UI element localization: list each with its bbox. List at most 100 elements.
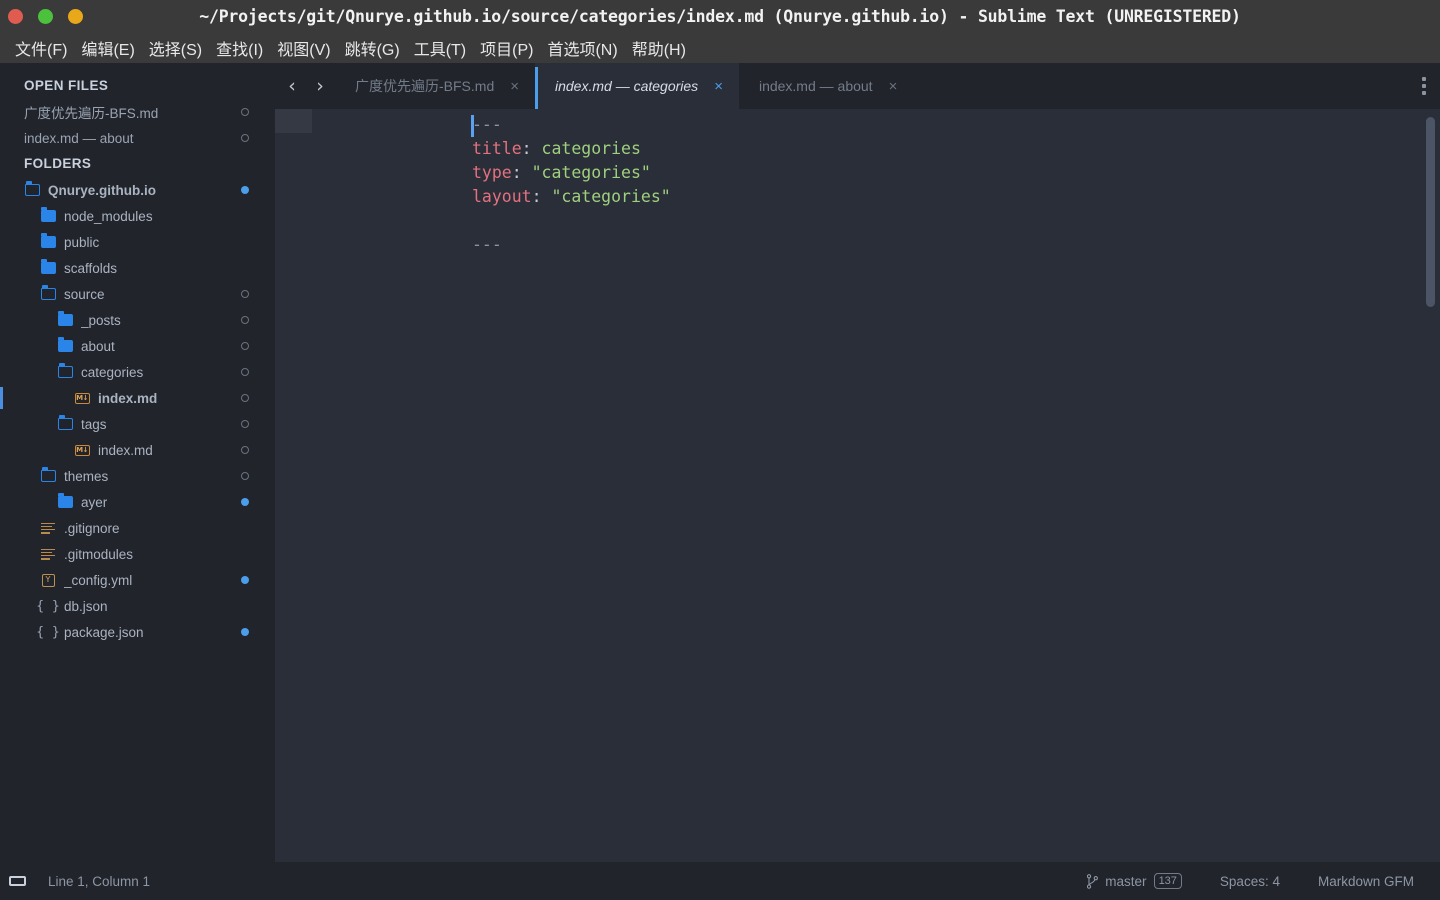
open-files-list: 广度优先遍历-BFS.md index.md — about <box>0 99 275 151</box>
sidebar: OPEN FILES 广度优先遍历-BFS.md index.md — about… <box>0 63 275 862</box>
minimize-window-button[interactable] <box>38 8 53 24</box>
tree-folder-item[interactable]: categories <box>0 359 275 385</box>
menu-edit[interactable]: 编辑(E) <box>74 34 141 62</box>
yaml-key: layout <box>472 187 532 206</box>
menu-help[interactable]: 帮助(H) <box>625 34 693 62</box>
folder-closed-icon <box>40 206 56 224</box>
window-title: ~/Projects/git/Qnurye.github.io/source/c… <box>199 6 1241 26</box>
maximize-window-button[interactable] <box>68 8 83 24</box>
yaml-colon: : <box>531 187 542 206</box>
tree-file-item[interactable]: M↓ index.md <box>0 385 275 411</box>
syntax-mode[interactable]: Markdown GFM <box>1318 874 1414 889</box>
code-line: title: categories <box>472 137 671 161</box>
editor-vertical-scrollbar[interactable] <box>1426 117 1435 307</box>
sidebar-toggle-icon[interactable] <box>6 870 28 892</box>
tab-close-icon[interactable]: × <box>714 79 723 94</box>
sublime-text-window: ~/Projects/git/Qnurye.github.io/source/c… <box>0 0 1440 900</box>
folder-closed-icon <box>40 232 56 250</box>
tree-file-item[interactable]: .gitignore <box>0 515 275 541</box>
file-status-indicator <box>241 290 249 298</box>
tree-item-label: _config.yml <box>64 572 133 588</box>
editor-tab[interactable]: index.md — about × <box>739 63 913 109</box>
menu-tools[interactable]: 工具(T) <box>407 34 473 62</box>
tree-item-label: source <box>64 286 105 302</box>
yaml-value: "categories" <box>541 187 671 206</box>
json-file-icon: { } <box>36 598 60 614</box>
tree-item-label: categories <box>81 364 144 380</box>
tree-item-label: Qnurye.github.io <box>48 182 156 198</box>
open-file-item[interactable]: index.md — about <box>0 125 275 151</box>
file-status-indicator <box>241 108 249 116</box>
tree-item-label: .gitmodules <box>64 546 134 562</box>
tree-item-label: _posts <box>81 312 121 328</box>
tree-file-item[interactable]: Y _config.yml <box>0 567 275 593</box>
editor-column: ‹ › 广度优先遍历-BFS.md × index.md — categories ×… <box>275 63 1440 862</box>
tree-folder-item[interactable]: Qnurye.github.io <box>0 177 275 203</box>
folder-tree: Qnurye.github.io node_modulespublic scaffo… <box>0 177 275 645</box>
menu-bar: 文件(F) 编辑(E) 选择(S) 查找(I) 视图(V) 跳转(G) 工具(T… <box>0 32 1440 63</box>
tab-forward-icon[interactable]: › <box>309 72 331 100</box>
window-controls <box>0 8 83 24</box>
indentation-setting[interactable]: Spaces: 4 <box>1220 874 1280 889</box>
tree-folder-item[interactable]: scaffolds <box>0 255 275 281</box>
folder-closed-icon <box>57 492 73 510</box>
frontmatter-delimiter: --- <box>472 115 502 134</box>
close-window-button[interactable] <box>8 8 23 24</box>
tab-close-icon[interactable]: × <box>510 79 519 94</box>
folder-open-icon <box>57 362 73 380</box>
tree-folder-item[interactable]: _posts <box>0 307 275 333</box>
tree-item-label: .gitignore <box>64 520 120 536</box>
tree-folder-item[interactable]: tags <box>0 411 275 437</box>
editor-tab[interactable]: 广度优先遍历-BFS.md × <box>335 63 535 109</box>
yaml-key: type <box>472 163 512 182</box>
tab-list: 广度优先遍历-BFS.md × index.md — categories × inde… <box>335 63 913 109</box>
tree-folder-item[interactable]: ayer <box>0 489 275 515</box>
menu-find[interactable]: 查找(I) <box>209 34 270 62</box>
editor-tab-active[interactable]: index.md — categories × <box>535 63 739 109</box>
frontmatter-delimiter: --- <box>472 235 502 254</box>
folder-open-icon <box>40 466 56 484</box>
folder-open-icon <box>40 284 56 302</box>
file-status-indicator <box>241 342 249 350</box>
tree-folder-item[interactable]: public <box>0 229 275 255</box>
file-status-indicator <box>241 420 249 428</box>
tab-navigation: ‹ › <box>275 63 335 109</box>
git-branch-status[interactable]: master 137 <box>1087 873 1182 889</box>
tree-folder-item[interactable]: themes <box>0 463 275 489</box>
file-status-indicator <box>241 134 249 142</box>
file-status-indicator <box>241 316 249 324</box>
file-status-indicator <box>241 628 249 636</box>
code-line: layout: "categories" <box>472 185 671 209</box>
tree-item-label: about <box>81 338 115 354</box>
tree-item-label: node_modules <box>64 208 153 224</box>
tree-item-label: package.json <box>64 624 144 640</box>
menu-selection[interactable]: 选择(S) <box>142 34 209 62</box>
tree-file-item[interactable]: M↓ index.md <box>0 437 275 463</box>
folder-closed-icon <box>57 336 73 354</box>
code-editor[interactable]: --- title: categories type: "categories" la… <box>275 109 1440 862</box>
yaml-value: "categories" <box>521 163 651 182</box>
open-file-item[interactable]: 广度优先遍历-BFS.md <box>0 99 275 125</box>
tree-folder-item[interactable]: source <box>0 281 275 307</box>
menu-preferences[interactable]: 首选项(N) <box>540 34 624 62</box>
tree-item-label: index.md <box>98 390 158 406</box>
status-right-group: master 137 Spaces: 4 Markdown GFM <box>1087 873 1440 889</box>
markdown-file-icon: M↓ <box>74 444 90 456</box>
tab-back-icon[interactable]: ‹ <box>281 72 303 100</box>
source-code: --- title: categories type: "categories" la… <box>472 113 671 257</box>
code-line: --- <box>472 233 671 257</box>
tree-folder-item[interactable]: node_modules <box>0 203 275 229</box>
tree-folder-item[interactable]: about <box>0 333 275 359</box>
menu-file[interactable]: 文件(F) <box>8 34 74 62</box>
tree-file-item[interactable]: { } db.json <box>0 593 275 619</box>
title-bar: ~/Projects/git/Qnurye.github.io/source/c… <box>0 0 1440 32</box>
menu-view[interactable]: 视图(V) <box>270 34 337 62</box>
menu-goto[interactable]: 跳转(G) <box>338 34 407 62</box>
tree-file-item[interactable]: { } package.json <box>0 619 275 645</box>
menu-project[interactable]: 项目(P) <box>473 34 540 62</box>
overflow-menu-icon[interactable] <box>1416 73 1432 99</box>
tree-file-item[interactable]: .gitmodules <box>0 541 275 567</box>
tab-close-icon[interactable]: × <box>889 79 898 94</box>
code-line: --- <box>472 113 671 137</box>
